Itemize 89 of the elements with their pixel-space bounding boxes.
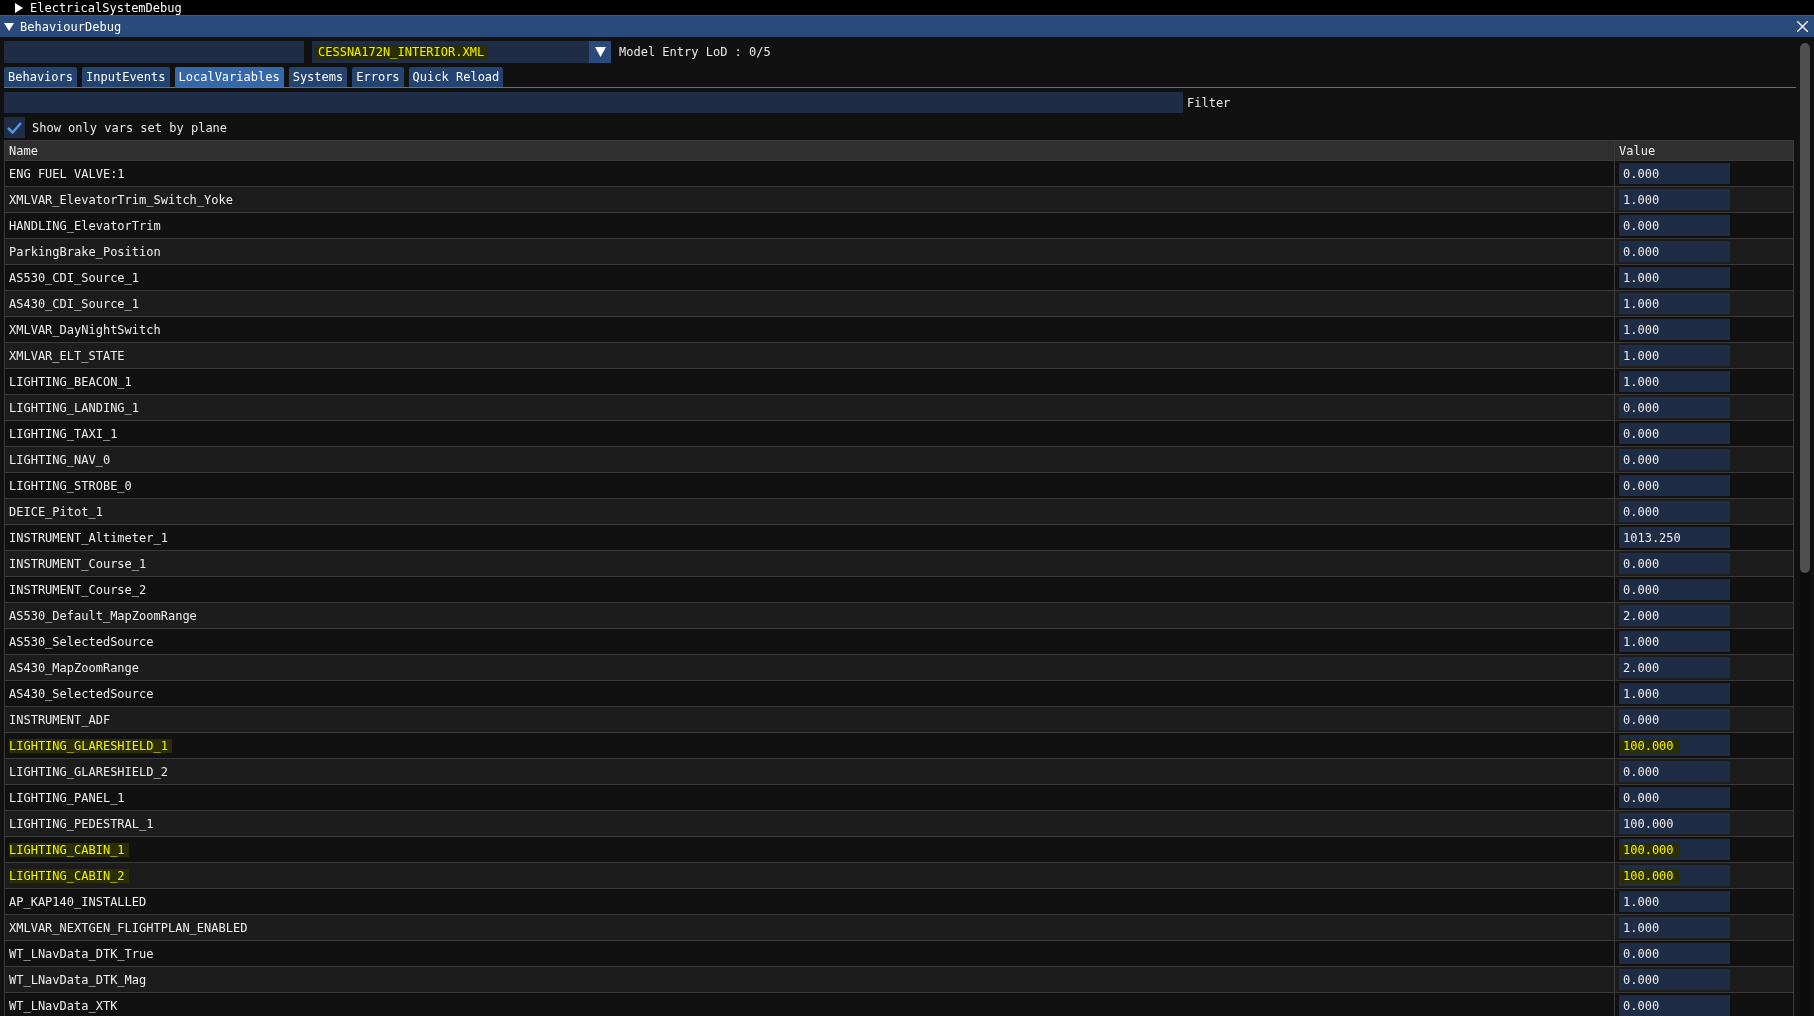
search-field[interactable] (4, 41, 304, 63)
value-field[interactable]: 0.000 (1619, 423, 1730, 444)
filter-field[interactable] (4, 92, 1183, 113)
filter-label: Filter (1187, 95, 1231, 110)
value-field[interactable]: 1.000 (1619, 683, 1730, 704)
variable-name: WT_LNavData_DTK_True (9, 946, 155, 961)
value-field[interactable]: 1.000 (1619, 293, 1730, 314)
variable-name: AS430_SelectedSource (9, 686, 155, 701)
value-field[interactable]: 0.000 (1619, 943, 1730, 964)
value-field[interactable]: 1.000 (1619, 631, 1730, 652)
value-field[interactable]: 0.000 (1619, 475, 1730, 496)
expand-icon[interactable] (14, 2, 24, 13)
tab[interactable]: Errors (352, 67, 404, 87)
value-field[interactable]: 100.000 (1619, 735, 1730, 756)
dropdown-arrow-icon[interactable] (594, 47, 606, 57)
variable-name: INSTRUMENT_ADF (9, 712, 112, 727)
value-field[interactable]: 100.000 (1619, 839, 1730, 860)
value-field[interactable]: 100.000 (1619, 813, 1730, 834)
window-title: ElectricalSystemDebug (30, 0, 182, 15)
value-field[interactable]: 1013.250 (1619, 527, 1730, 548)
variable-name: LIGHTING_CABIN_2 (9, 868, 129, 883)
variable-name: AS530_CDI_Source_1 (9, 270, 141, 285)
variable-name: ParkingBrake_Position (9, 244, 162, 259)
variable-name: INSTRUMENT_Course_2 (9, 582, 148, 597)
value-field[interactable]: 0.000 (1619, 969, 1730, 990)
lod-label: Model Entry LoD : 0/5 (619, 45, 771, 59)
tab[interactable]: InputEvents (82, 67, 170, 87)
value-field[interactable]: 0.000 (1619, 397, 1730, 418)
variable-name: LIGHTING_CABIN_1 (9, 842, 129, 857)
variable-name: HANDLING_ElevatorTrim (9, 218, 162, 233)
checkbox-label: Show only vars set by plane (32, 120, 228, 135)
value-field[interactable]: 1.000 (1619, 371, 1730, 392)
value-field[interactable]: 1.000 (1619, 345, 1730, 366)
value-field[interactable]: 0.000 (1619, 579, 1730, 600)
value-field[interactable]: 100.000 (1619, 865, 1730, 886)
variable-name: AS530_Default_MapZoomRange (9, 608, 198, 623)
variable-name: WT_LNavData_DTK_Mag (9, 972, 148, 987)
value-field[interactable]: 1.000 (1619, 189, 1730, 210)
value-field[interactable]: 0.000 (1619, 995, 1730, 1016)
variable-name: ENG FUEL VALVE:1 (9, 166, 126, 181)
value-field[interactable]: 0.000 (1619, 761, 1730, 782)
tab[interactable]: Behaviors (4, 67, 78, 87)
value-field[interactable]: 1.000 (1619, 267, 1730, 288)
collapse-icon[interactable] (4, 21, 14, 32)
value-field[interactable]: 2.000 (1619, 605, 1730, 626)
variable-name: LIGHTING_LANDING_1 (9, 400, 141, 415)
variable-name: AS530_SelectedSource (9, 634, 155, 649)
variable-name: LIGHTING_NAV_0 (9, 452, 112, 467)
checkmark-icon (7, 121, 22, 134)
column-header: Name (9, 143, 38, 158)
variable-name: XMLVAR_DayNightSwitch (9, 322, 162, 337)
scrollbar-thumb[interactable] (1800, 43, 1810, 573)
variable-name: AS430_CDI_Source_1 (9, 296, 141, 311)
value-field[interactable]: 2.000 (1619, 657, 1730, 678)
variable-name: LIGHTING_STROBE_0 (9, 478, 133, 493)
variable-name: LIGHTING_GLARESHIELD_1 (9, 738, 172, 753)
variable-name: LIGHTING_BEACON_1 (9, 374, 133, 389)
checkbox[interactable] (4, 117, 25, 138)
column-header: Value (1619, 143, 1656, 158)
value-field[interactable]: 1.000 (1619, 917, 1730, 938)
variable-name: INSTRUMENT_Course_1 (9, 556, 148, 571)
value-field[interactable]: 0.000 (1619, 241, 1730, 262)
value-field[interactable]: 0.000 (1619, 501, 1730, 522)
variable-name: AS430_MapZoomRange (9, 660, 141, 675)
window-title: BehaviourDebug (20, 19, 123, 34)
variable-name: XMLVAR_ELT_STATE (9, 348, 126, 363)
value-field[interactable]: 0.000 (1619, 163, 1730, 184)
variable-name: LIGHTING_PEDESTRAL_1 (9, 816, 155, 831)
variable-name: LIGHTING_GLARESHIELD_2 (9, 764, 169, 779)
value-field[interactable]: 1.000 (1619, 891, 1730, 912)
tab[interactable]: Systems (288, 67, 348, 87)
variable-name: XMLVAR_ElevatorTrim_Switch_Yoke (9, 192, 234, 207)
variable-name: AP_KAP140_INSTALLED (9, 894, 148, 909)
variable-name: XMLVAR_NEXTGEN_FLIGHTPLAN_ENABLED (9, 920, 249, 935)
variable-name: DEICE_Pitot_1 (9, 504, 104, 519)
variable-name: LIGHTING_PANEL_1 (9, 790, 126, 805)
file-dropdown[interactable]: CESSNA172N_INTERIOR.XML (312, 41, 611, 63)
tab[interactable]: Quick Reload (408, 67, 504, 87)
variable-name: INSTRUMENT_Altimeter_1 (9, 530, 169, 545)
value-field[interactable]: 0.000 (1619, 449, 1730, 470)
tab[interactable]: LocalVariables (174, 67, 284, 87)
variable-name: LIGHTING_TAXI_1 (9, 426, 119, 441)
close-icon[interactable] (1797, 21, 1808, 32)
value-field[interactable]: 0.000 (1619, 709, 1730, 730)
value-field[interactable]: 0.000 (1619, 787, 1730, 808)
value-field[interactable]: 1.000 (1619, 319, 1730, 340)
value-field[interactable]: 0.000 (1619, 553, 1730, 574)
variable-name: WT_LNavData_XTK (9, 998, 119, 1013)
value-field[interactable]: 0.000 (1619, 215, 1730, 236)
